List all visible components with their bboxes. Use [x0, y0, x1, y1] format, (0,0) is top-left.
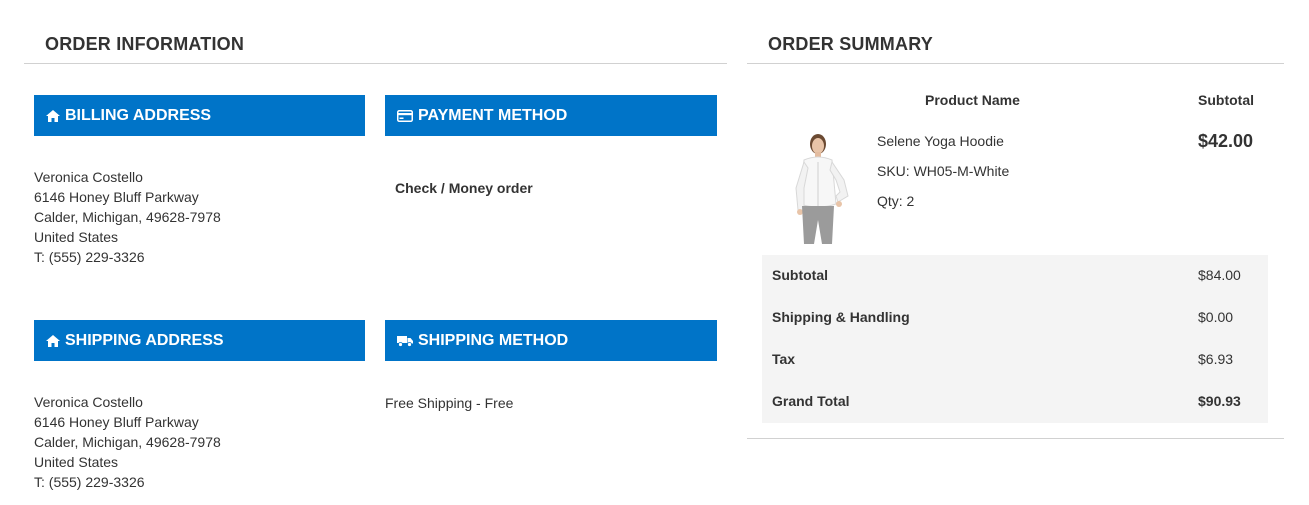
shipping-country: United States — [34, 454, 119, 470]
shipping-phone: T: (555) 229-3326 — [34, 474, 145, 490]
billing-country: United States — [34, 229, 119, 245]
totals-row-grand-total: Grand Total $90.93 — [762, 381, 1268, 423]
shipping-address-header: SHIPPING ADDRESS — [34, 320, 365, 361]
credit-card-icon — [397, 109, 413, 122]
order-information-title: ORDER INFORMATION — [45, 34, 245, 54]
billing-phone: T: (555) 229-3326 — [34, 249, 145, 265]
subtotal-value: $84.00 — [1198, 267, 1241, 283]
product-subtotal: $42.00 — [1198, 131, 1254, 151]
billing-address-header: BILLING ADDRESS — [34, 95, 365, 136]
order-totals: Subtotal $84.00 Shipping & Handling $0.0… — [762, 255, 1268, 423]
totals-row-subtotal: Subtotal $84.00 — [762, 255, 1268, 297]
shipping-method-heading: SHIPPING METHOD — [418, 331, 569, 349]
billing-name: Veronica Costello — [34, 169, 143, 185]
tax-value: $6.93 — [1198, 351, 1234, 367]
totals-row-tax: Tax $6.93 — [762, 339, 1268, 381]
shipping-name: Veronica Costello — [34, 394, 143, 410]
totals-row-shipping: Shipping & Handling $0.00 — [762, 297, 1268, 339]
product-name[interactable]: Selene Yoga Hoodie — [877, 133, 1004, 149]
shipping-address-heading: SHIPPING ADDRESS — [65, 331, 224, 349]
product-name-column-header: Product Name — [925, 92, 1020, 108]
truck-icon — [397, 335, 413, 347]
payment-method-value: Check / Money order — [395, 180, 533, 196]
order-summary-bottom-divider — [747, 438, 1284, 439]
billing-address-heading: BILLING ADDRESS — [65, 106, 212, 124]
grand-total-label: Grand Total — [772, 393, 850, 409]
order-summary-title: ORDER SUMMARY — [768, 34, 933, 54]
subtotal-label: Subtotal — [772, 267, 828, 283]
order-information-divider — [24, 63, 727, 64]
shipping-address-block: Veronica Costello 6146 Honey Bluff Parkw… — [34, 392, 221, 492]
shipping-handling-label: Shipping & Handling — [772, 309, 910, 325]
billing-street: 6146 Honey Bluff Parkway — [34, 189, 199, 205]
shipping-method-value: Free Shipping - Free — [385, 395, 514, 411]
subtotal-column-header: Subtotal — [1198, 92, 1254, 108]
payment-method-header: PAYMENT METHOD — [385, 95, 717, 136]
product-qty: Qty: 2 — [877, 193, 915, 209]
shipping-method-header: SHIPPING METHOD — [385, 320, 717, 361]
shipping-city: Calder, Michigan, 49628-7978 — [34, 434, 221, 450]
billing-city: Calder, Michigan, 49628-7978 — [34, 209, 221, 225]
payment-method-heading: PAYMENT METHOD — [418, 106, 568, 124]
home-icon — [46, 109, 60, 122]
product-image[interactable] — [784, 132, 858, 244]
grand-total-value: $90.93 — [1198, 393, 1241, 409]
billing-address-block: Veronica Costello 6146 Honey Bluff Parkw… — [34, 167, 221, 267]
tax-label: Tax — [772, 351, 796, 367]
product-sku: SKU: WH05-M-White — [877, 163, 1010, 179]
shipping-street: 6146 Honey Bluff Parkway — [34, 414, 199, 430]
order-summary-divider — [747, 63, 1284, 64]
shipping-handling-value: $0.00 — [1198, 309, 1234, 325]
home-icon — [46, 334, 60, 347]
